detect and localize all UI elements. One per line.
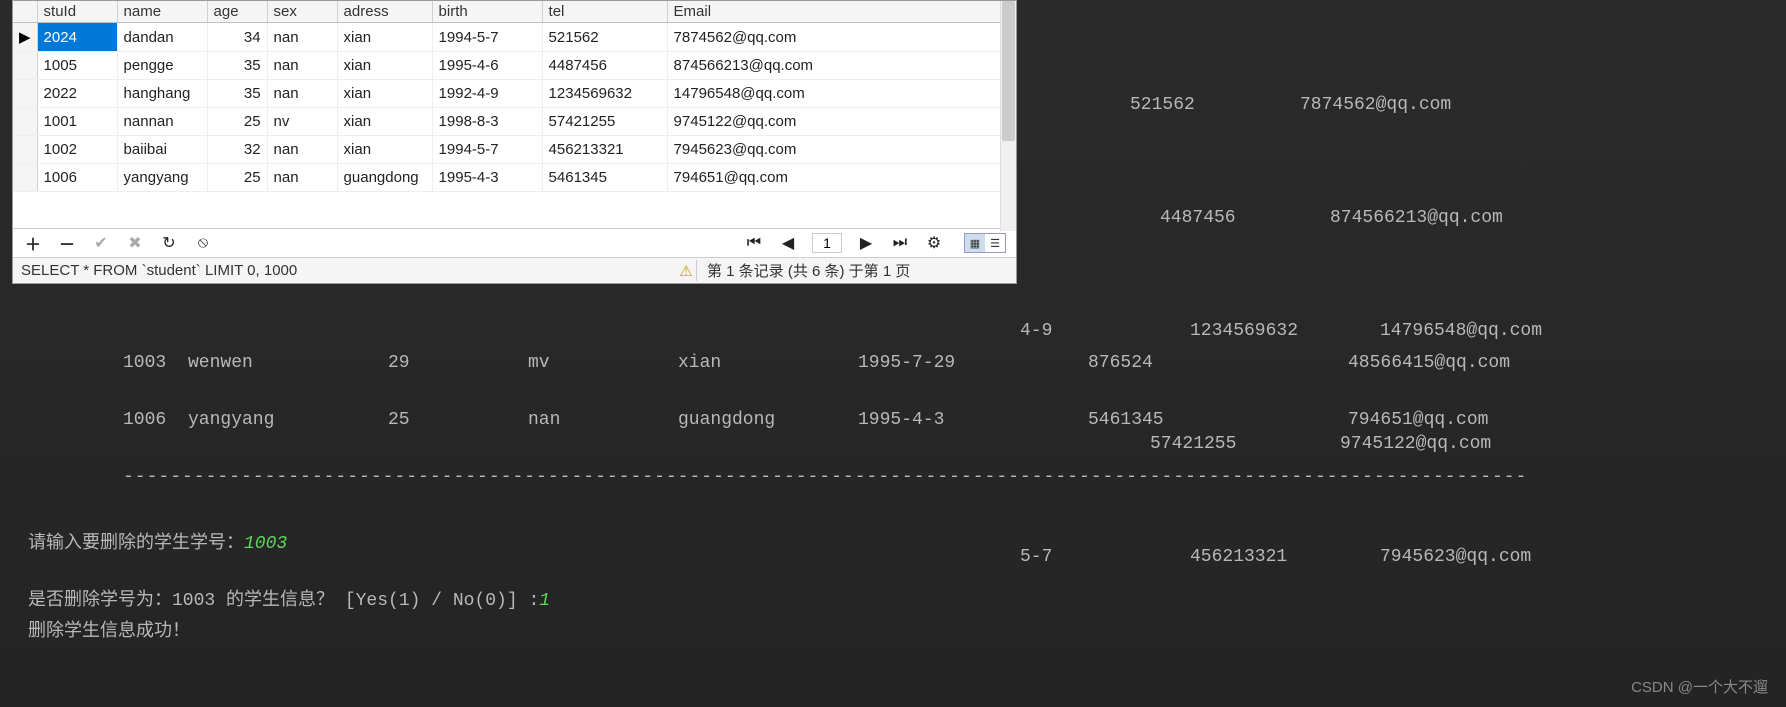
first-page-button[interactable]: ⏮ [744, 233, 764, 253]
term-email: 874566213@qq.com [1210, 205, 1503, 232]
db-toolbar: ＋ － ✔ ✖ ↻ ⦸ ⏮ ◀ ▶ ⏭ ⚙ ▦ ☰ [13, 228, 1016, 257]
scrollbar[interactable] [1000, 1, 1016, 231]
col-stuid[interactable]: stuId [37, 1, 117, 23]
table-row[interactable]: 1001nannan25nvxian1998-8-357421255974512… [13, 108, 1016, 136]
apply-button[interactable]: ✔ [91, 233, 111, 253]
col-name[interactable]: name [117, 1, 207, 23]
table-row[interactable]: ▶2024dandan34nanxian1994-5-7521562787456… [13, 23, 1016, 52]
database-window: stuId name age sex adress birth tel Emai… [12, 0, 1017, 284]
grid-view-icon[interactable]: ▦ [965, 234, 985, 252]
col-email[interactable]: Email [667, 1, 1015, 23]
table-row[interactable]: 1006yangyang25nanguangdong1995-4-3546134… [13, 164, 1016, 192]
view-toggle[interactable]: ▦ ☰ [964, 233, 1006, 253]
table-row[interactable]: 1002baiibai32nanxian1994-5-7456213321794… [13, 136, 1016, 164]
stop-button[interactable]: ⦸ [193, 233, 213, 253]
term-birthfrag: 4-9 [1020, 318, 1080, 345]
term-email: 9745122@qq.com [1320, 431, 1491, 458]
col-tel[interactable]: tel [542, 1, 667, 23]
term-tel: 1234569632 [1080, 318, 1320, 345]
watermark: CSDN @一个大不遛 [1631, 676, 1768, 697]
page-input[interactable] [812, 233, 842, 253]
form-view-icon[interactable]: ☰ [985, 234, 1005, 252]
table-row[interactable]: 1005pengge35nanxian1995-4-64487456874566… [13, 52, 1016, 80]
last-page-button[interactable]: ⏭ [890, 233, 910, 253]
term-birthfrag: 5-7 [1020, 544, 1080, 571]
results-table: stuId name age sex adress birth tel Emai… [13, 1, 1016, 192]
col-birth[interactable]: birth [432, 1, 542, 23]
cancel-button[interactable]: ✖ [125, 233, 145, 253]
record-status: 第 1 条记录 (共 6 条) 于第 1 页 [696, 260, 1016, 281]
term-tel: 4487456 [1020, 205, 1210, 232]
col-sex[interactable]: sex [267, 1, 337, 23]
term-email: 7945623@qq.com [1320, 544, 1531, 571]
settings-button[interactable]: ⚙ [924, 233, 944, 253]
refresh-button[interactable]: ↻ [159, 233, 179, 253]
status-bar: SELECT * FROM `student` LIMIT 0, 1000 ⚠ … [13, 257, 1016, 283]
term-email: 14796548@qq.com [1320, 318, 1542, 345]
col-adress[interactable]: adress [337, 1, 432, 23]
prev-page-button[interactable]: ◀ [778, 233, 798, 253]
term-tel: 456213321 [1080, 544, 1320, 571]
next-page-button[interactable]: ▶ [856, 233, 876, 253]
term-email: 7874562@qq.com [1190, 92, 1451, 119]
term-tel: 521562 [1020, 92, 1190, 119]
sql-text: SELECT * FROM `student` LIMIT 0, 1000 [13, 262, 676, 279]
delete-row-button[interactable]: － [57, 233, 77, 253]
add-row-button[interactable]: ＋ [23, 233, 43, 253]
warning-icon: ⚠ [676, 262, 696, 280]
term-tel: 57421255 [1080, 431, 1320, 458]
col-age[interactable]: age [207, 1, 267, 23]
table-row[interactable]: 2022hanghang35nanxian1992-4-912345696321… [13, 80, 1016, 108]
